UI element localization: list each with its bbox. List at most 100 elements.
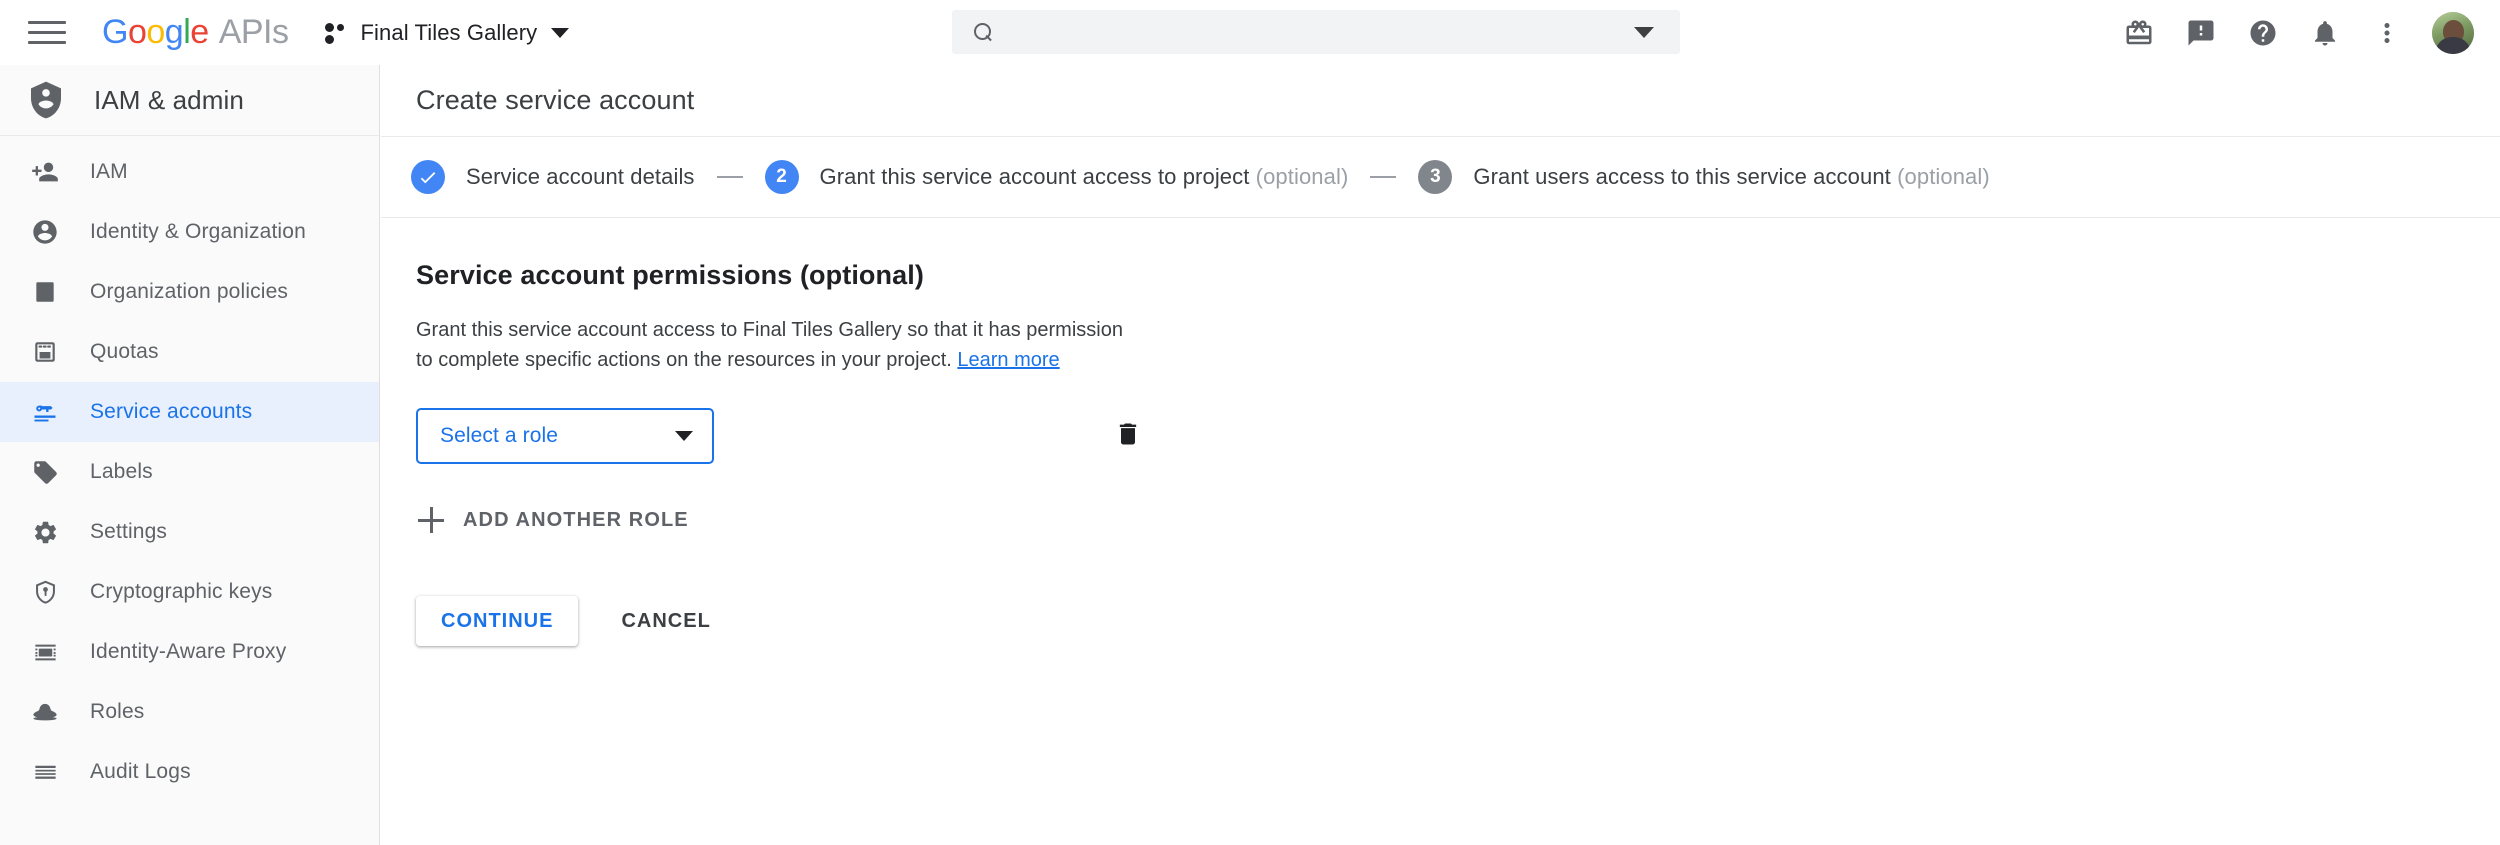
role-row: Select a role (416, 408, 2500, 464)
step-2-number: 2 (765, 160, 799, 194)
sidebar-item-label: Labels (90, 460, 153, 484)
help-icon[interactable] (2232, 2, 2294, 64)
logo-apis-text: APIs (219, 13, 289, 52)
step-1-status-icon (411, 160, 445, 194)
step-grant-users-access[interactable]: 3 Grant users access to this service acc… (1418, 160, 1989, 194)
project-selector[interactable]: Final Tiles Gallery (317, 11, 576, 55)
sidebar-item-identity-organization[interactable]: Identity & Organization (0, 202, 379, 262)
logo-letter-l: l (183, 13, 190, 52)
step-3-label-text: Grant users access to this service accou… (1473, 164, 1890, 189)
add-another-role-button[interactable]: ADD ANOTHER ROLE (416, 496, 701, 544)
sidebar-item-service-accounts[interactable]: Service accounts (0, 382, 379, 442)
document-lines-icon (30, 277, 60, 307)
step-2-optional: (optional) (1256, 164, 1349, 189)
step-2-label: Grant this service account access to pro… (820, 164, 1349, 190)
feedback-icon[interactable] (2170, 2, 2232, 64)
main-content: Create service account Service account d… (381, 65, 2500, 845)
sidebar-item-audit-logs[interactable]: Audit Logs (0, 742, 379, 802)
project-name: Final Tiles Gallery (361, 20, 538, 46)
google-apis-logo[interactable]: Google APIs (102, 13, 289, 52)
sidebar-item-label: Service accounts (90, 400, 252, 424)
select-role-value: Select a role (440, 424, 558, 448)
sidebar-item-label: Identity-Aware Proxy (90, 640, 286, 664)
logo-letter-e: e (190, 13, 208, 52)
sidebar-item-cryptographic-keys[interactable]: Cryptographic keys (0, 562, 379, 622)
chevron-down-icon[interactable] (1634, 27, 1654, 38)
sidebar-item-label: Settings (90, 520, 167, 544)
step-3-number: 3 (1418, 160, 1452, 194)
sidebar-nav: IAM Identity & Organization Organization… (0, 136, 379, 802)
topbar-actions (2108, 0, 2478, 65)
page-title: Create service account (416, 85, 694, 116)
sidebar-item-iam[interactable]: IAM (0, 142, 379, 202)
shield-key-icon (30, 577, 60, 607)
step-divider-1 (717, 176, 743, 178)
sidebar-item-organization-policies[interactable]: Organization policies (0, 262, 379, 322)
page-header: Create service account (381, 65, 2500, 137)
sidebar-item-label: Roles (90, 700, 144, 724)
delete-role-button[interactable] (1104, 412, 1152, 460)
logo-letter-o1: o (128, 13, 146, 52)
cancel-button[interactable]: CANCEL (603, 596, 728, 646)
sidebar-item-settings[interactable]: Settings (0, 502, 379, 562)
section-description: Grant this service account access to Fin… (416, 315, 1136, 375)
sidebar-item-label: Organization policies (90, 280, 288, 304)
sidebar-item-identity-aware-proxy[interactable]: Identity-Aware Proxy (0, 622, 379, 682)
hamburger-bar-2 (28, 31, 66, 34)
sidebar-item-quotas[interactable]: Quotas (0, 322, 379, 382)
hamburger-menu-icon[interactable] (28, 19, 66, 47)
sidebar-header-title: IAM & admin (94, 85, 244, 116)
sidebar-item-roles[interactable]: Roles (0, 682, 379, 742)
project-dots-icon (323, 20, 349, 46)
chevron-down-icon (675, 431, 693, 441)
search-icon (974, 23, 993, 42)
sidebar-header[interactable]: IAM & admin (0, 65, 379, 136)
chevron-down-icon (551, 28, 569, 38)
sidebar-item-label: Quotas (90, 340, 159, 364)
step-service-account-details[interactable]: Service account details (411, 160, 695, 194)
continue-button[interactable]: CONTINUE (416, 596, 578, 646)
section-heading: Service account permissions (optional) (416, 260, 2500, 291)
wizard-stepper: Service account details 2 Grant this ser… (381, 137, 2500, 218)
step-grant-service-account-access[interactable]: 2 Grant this service account access to p… (765, 160, 1349, 194)
sidebar-item-label: Audit Logs (90, 760, 191, 784)
logo-letter-g2: g (165, 13, 183, 52)
gift-icon[interactable] (2108, 2, 2170, 64)
person-add-icon (30, 157, 60, 187)
trash-delete-icon (1114, 420, 1142, 453)
select-role-dropdown[interactable]: Select a role (416, 408, 714, 464)
hat-roles-icon (30, 697, 60, 727)
sidebar-item-label: Cryptographic keys (90, 580, 272, 604)
label-tag-icon (30, 457, 60, 487)
audit-lines-icon (30, 757, 60, 787)
step-3-optional: (optional) (1897, 164, 1990, 189)
key-card-icon (30, 397, 60, 427)
step-3-label: Grant users access to this service accou… (1473, 164, 1989, 190)
avatar[interactable] (2432, 12, 2474, 54)
search-bar[interactable] (952, 10, 1680, 54)
logo-letter-o2: o (146, 13, 164, 52)
action-buttons: CONTINUE CANCEL (416, 596, 2500, 646)
step-divider-2 (1370, 176, 1396, 178)
sidebar-item-label: Identity & Organization (90, 220, 306, 244)
notifications-bell-icon[interactable] (2294, 2, 2356, 64)
step-2-label-text: Grant this service account access to pro… (820, 164, 1250, 189)
sidebar: IAM & admin IAM Identity & Organization (0, 65, 380, 845)
hamburger-bar-1 (28, 21, 66, 24)
plus-icon (418, 507, 444, 533)
logo-letter-g: G (102, 13, 128, 52)
quota-gauge-icon (30, 337, 60, 367)
add-another-role-label: ADD ANOTHER ROLE (463, 509, 689, 532)
top-app-bar: Google APIs Final Tiles Gallery (0, 0, 2500, 65)
account-circle-icon (30, 217, 60, 247)
shield-person-icon (26, 80, 66, 120)
permissions-section: Service account permissions (optional) G… (381, 218, 2500, 646)
more-vert-icon[interactable] (2356, 2, 2418, 64)
sidebar-item-label: IAM (90, 160, 128, 184)
learn-more-link[interactable]: Learn more (957, 349, 1059, 371)
step-1-label: Service account details (466, 164, 695, 190)
gear-icon (30, 517, 60, 547)
search-input[interactable] (1011, 21, 1634, 44)
sidebar-item-labels[interactable]: Labels (0, 442, 379, 502)
hamburger-bar-3 (28, 41, 66, 44)
